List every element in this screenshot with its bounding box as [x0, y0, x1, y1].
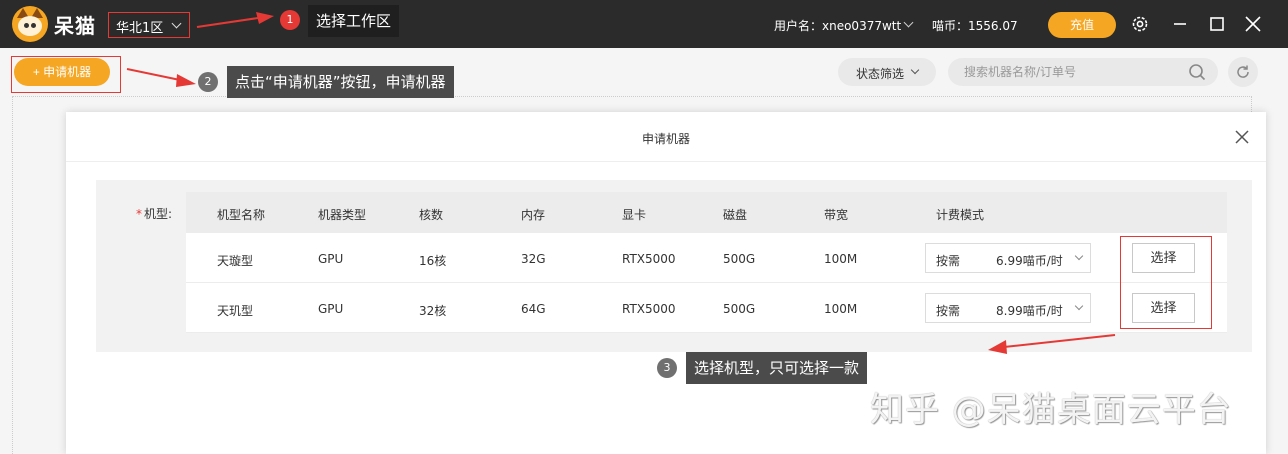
column-header: 显卡	[622, 208, 647, 222]
annotation-highlight-box	[11, 56, 121, 93]
memory: 64G	[521, 302, 546, 316]
machine-table: 机型名称 机器类型 核数 内存 显卡 磁盘 带宽 计费模式 天璇型 GPU 16…	[186, 192, 1227, 333]
cat-logo-icon	[12, 6, 48, 42]
cores: 32核	[419, 304, 447, 318]
column-header: 机器类型	[318, 208, 367, 222]
annotation-highlight-box	[1120, 236, 1212, 329]
recharge-button[interactable]: 充值	[1048, 12, 1116, 38]
gpu: RTX5000	[622, 252, 676, 266]
username[interactable]: 用户名：xneo0377wtt	[774, 17, 901, 34]
table-header: 机型名称 机器类型 核数 内存 显卡 磁盘 带宽 计费模式	[186, 192, 1227, 233]
field-label: 机型:	[144, 207, 173, 221]
chevron-down-icon	[1074, 251, 1084, 261]
dialog-header: 申请机器	[66, 112, 1266, 162]
billing-mode: 按需	[936, 304, 961, 318]
watermark: 知乎 @呆猫桌面云平台	[870, 390, 1232, 430]
machine-type-panel: * 机型: 机型名称 机器类型 核数 内存 显卡 磁盘 带宽 计费模式 天璇型 G…	[96, 180, 1252, 352]
chevron-down-icon	[910, 65, 920, 75]
gpu: RTX5000	[622, 302, 676, 316]
table-row: 天璇型 GPU 16核 32G RTX5000 500G 100M 按需 6.9…	[186, 233, 1227, 283]
dialog-title: 申请机器	[641, 132, 690, 146]
disk: 500G	[723, 252, 756, 266]
step-badge: 2	[198, 72, 218, 92]
refresh-button[interactable]	[1228, 57, 1258, 87]
column-header: 带宽	[824, 208, 849, 222]
close-icon[interactable]	[1234, 129, 1250, 145]
annotation-callout: 选择机型，只可选择一款	[686, 352, 868, 384]
search-input[interactable]	[964, 64, 1174, 80]
memory: 32G	[521, 252, 546, 266]
title-bar: 呆猫 华北1区 用户名：xneo0377wtt 喵币：1556.07 充值	[0, 0, 1288, 48]
price: 8.99喵币/时	[996, 304, 1063, 318]
price: 6.99喵币/时	[996, 254, 1063, 268]
step-badge: 3	[657, 358, 677, 378]
required-mark: *	[136, 207, 142, 221]
cores: 16核	[419, 254, 447, 268]
close-icon[interactable]	[1243, 14, 1263, 34]
status-filter-dropdown[interactable]: 状态筛选	[838, 58, 936, 86]
search-icon[interactable]	[1188, 63, 1206, 81]
machine-name: 天玑型	[217, 304, 254, 318]
column-header: 机型名称	[217, 208, 266, 222]
billing-mode: 按需	[936, 254, 961, 268]
annotation-callout: 点击“申请机器”按钮，申请机器	[227, 66, 454, 98]
machine-name: 天璇型	[217, 254, 254, 268]
refresh-icon	[1237, 65, 1249, 78]
machine-type-label: * 机型:	[136, 205, 172, 222]
region-selector[interactable]: 华北1区	[108, 12, 190, 38]
column-header: 磁盘	[723, 208, 748, 222]
chevron-down-icon	[1074, 301, 1084, 311]
maximize-icon[interactable]	[1207, 14, 1227, 34]
status-filter-label: 状态筛选	[856, 67, 905, 81]
column-header: 核数	[419, 208, 444, 222]
column-header: 计费模式	[936, 208, 985, 222]
search-box[interactable]	[948, 58, 1218, 86]
minimize-icon[interactable]	[1170, 14, 1190, 34]
app-name: 呆猫	[54, 14, 96, 38]
annotation-callout: 选择工作区	[308, 5, 400, 37]
balance: 喵币：1556.07	[932, 19, 1018, 33]
table-row: 天玑型 GPU 32核 64G RTX5000 500G 100M 按需 8.9…	[186, 283, 1227, 333]
machine-type: GPU	[318, 302, 344, 316]
chevron-down-icon[interactable]	[903, 17, 914, 28]
bandwidth: 100M	[824, 252, 858, 266]
billing-mode-select[interactable]: 按需 8.99喵币/时	[925, 293, 1091, 323]
gear-icon[interactable]	[1130, 14, 1150, 34]
chevron-down-icon	[171, 18, 182, 29]
disk: 500G	[723, 302, 756, 316]
machine-type: GPU	[318, 252, 344, 266]
step-badge: 1	[280, 10, 300, 30]
region-label: 华北1区	[116, 21, 164, 36]
column-header: 内存	[521, 208, 546, 222]
bandwidth: 100M	[824, 302, 858, 316]
billing-mode-select[interactable]: 按需 6.99喵币/时	[925, 243, 1091, 273]
